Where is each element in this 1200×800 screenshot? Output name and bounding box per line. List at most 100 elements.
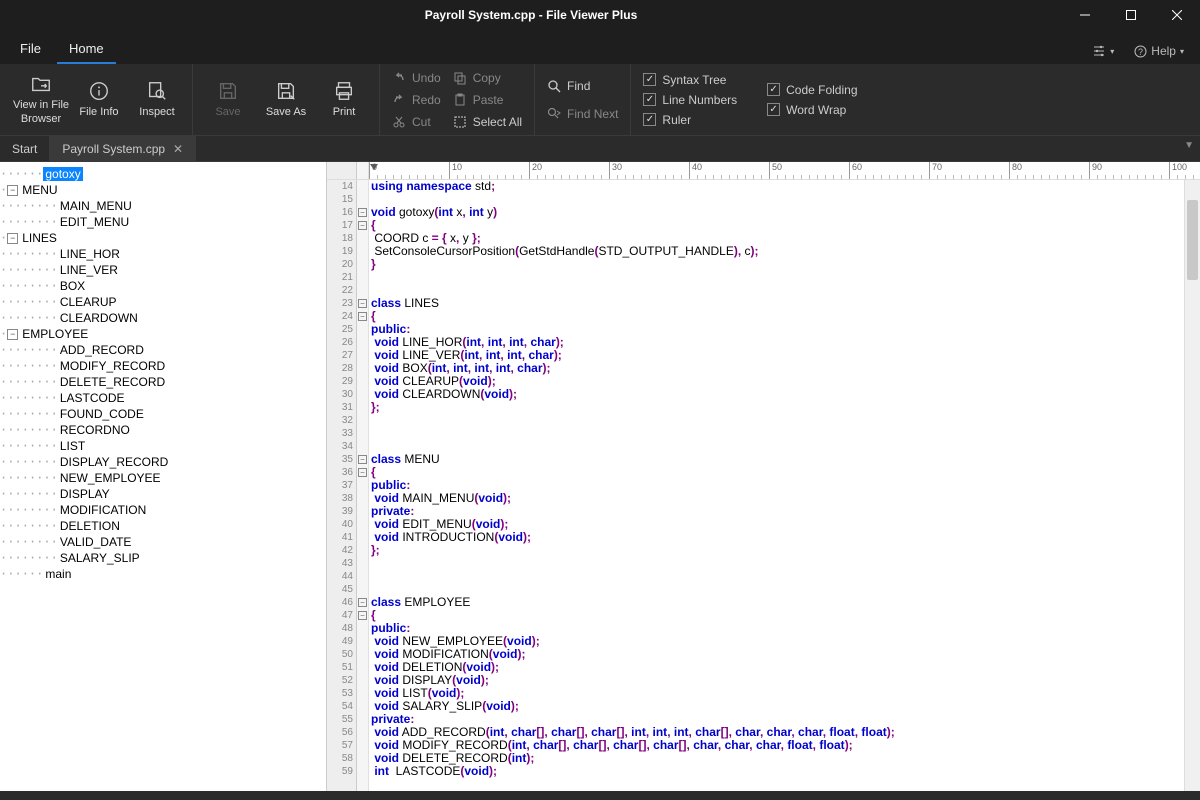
print-icon (333, 80, 355, 102)
tree-item[interactable]: ········DISPLAY_RECORD (0, 454, 326, 470)
view-in-browser-button[interactable]: View in File Browser (12, 73, 70, 125)
inspect-icon (146, 80, 168, 102)
tree-item[interactable]: ·−EMPLOYEE (0, 326, 326, 342)
tabstrip-chevron-icon[interactable]: ▼ (1184, 140, 1194, 151)
tree-item[interactable]: ········EDIT_MENU (0, 214, 326, 230)
tree-label: CLEARUP (58, 295, 119, 309)
tree-item[interactable]: ·−MENU (0, 182, 326, 198)
paste-button[interactable]: Paste (447, 90, 528, 110)
print-button[interactable]: Print (315, 80, 373, 119)
inspect-button[interactable]: Inspect (128, 80, 186, 119)
tree-item[interactable]: ········LINE_HOR (0, 246, 326, 262)
fold-toggle-icon[interactable]: − (358, 312, 367, 321)
tree-label: RECORDNO (58, 423, 132, 437)
fold-toggle-icon[interactable]: − (358, 598, 367, 607)
ribbon: View in File Browser File Info Inspect S… (0, 64, 1200, 136)
fold-toggle-icon[interactable]: − (358, 455, 367, 464)
maximize-button[interactable] (1108, 0, 1154, 30)
tree-expander-icon[interactable]: − (7, 329, 18, 340)
tree-item[interactable]: ········RECORDNO (0, 422, 326, 438)
menu-file[interactable]: File (8, 35, 53, 64)
select-all-button[interactable]: Select All (447, 112, 528, 132)
tab-active[interactable]: Payroll System.cpp✕ (50, 136, 196, 161)
tree-label: MODIFICATION (58, 503, 148, 517)
tree-item[interactable]: ········DELETE_RECORD (0, 374, 326, 390)
find-next-button[interactable]: Find Next (541, 104, 624, 124)
tree-item[interactable]: ········DISPLAY (0, 486, 326, 502)
tree-expander-icon[interactable]: − (7, 233, 18, 244)
save-as-button[interactable]: Save As (257, 80, 315, 119)
tree-expander-icon[interactable]: − (7, 185, 18, 196)
folder-arrow-icon (30, 73, 52, 95)
minimize-button[interactable] (1062, 0, 1108, 30)
fold-toggle-icon[interactable]: − (358, 208, 367, 217)
word-wrap-checkbox[interactable]: Word Wrap (761, 101, 863, 119)
code-content[interactable]: using namespace std;void gotoxy(int x, i… (369, 180, 1200, 791)
syntax-tree-checkbox[interactable]: Syntax Tree (637, 71, 743, 89)
tab-start[interactable]: Start (0, 136, 50, 161)
tree-label: DELETE_RECORD (58, 375, 167, 389)
tabstrip: Start Payroll System.cpp✕ ▼ (0, 136, 1200, 162)
titlebar: Payroll System.cpp - File Viewer Plus (0, 0, 1200, 30)
tree-item[interactable]: ········SALARY_SLIP (0, 550, 326, 566)
statusbar (0, 791, 1200, 800)
editor: 0102030405060708090100 14151617181920212… (327, 162, 1200, 791)
tree-item[interactable]: ······gotoxy (0, 166, 326, 182)
outline-tree[interactable]: ······gotoxy·−MENU········MAIN_MENU·····… (0, 162, 327, 791)
ruler-row: 0102030405060708090100 (327, 162, 1200, 180)
line-numbers-checkbox[interactable]: Line Numbers (637, 91, 743, 109)
fold-toggle-icon[interactable]: − (358, 611, 367, 620)
undo-button[interactable]: Undo (386, 68, 447, 88)
close-button[interactable] (1154, 0, 1200, 30)
main: ······gotoxy·−MENU········MAIN_MENU·····… (0, 162, 1200, 791)
print-label: Print (333, 106, 356, 119)
tree-label: LINE_HOR (58, 247, 122, 261)
find-button[interactable]: Find (541, 76, 624, 96)
tree-label: main (43, 567, 73, 581)
settings-icon[interactable]: ▾ (1084, 38, 1122, 64)
save-as-icon (275, 80, 297, 102)
tree-item[interactable]: ·−LINES (0, 230, 326, 246)
menu-home[interactable]: Home (57, 35, 116, 64)
file-info-label: File Info (79, 106, 118, 119)
redo-icon (392, 93, 406, 107)
scrollbar-thumb[interactable] (1187, 200, 1198, 280)
tree-item[interactable]: ········LIST (0, 438, 326, 454)
tree-label: VALID_DATE (58, 535, 134, 549)
fold-toggle-icon[interactable]: − (358, 468, 367, 477)
tree-label: ADD_RECORD (58, 343, 146, 357)
tree-item[interactable]: ········NEW_EMPLOYEE (0, 470, 326, 486)
tree-item[interactable]: ········LASTCODE (0, 390, 326, 406)
code-area[interactable]: 1415161718192021222324252627282930313233… (327, 180, 1200, 791)
redo-button[interactable]: Redo (386, 90, 447, 110)
tree-item[interactable]: ······main (0, 566, 326, 582)
tree-item[interactable]: ········DELETION (0, 518, 326, 534)
tree-item[interactable]: ········CLEARUP (0, 294, 326, 310)
paste-icon (453, 93, 467, 107)
help-menu[interactable]: ?Help▾ (1126, 38, 1192, 64)
tree-label: LIST (58, 439, 87, 453)
tree-label: CLEARDOWN (58, 311, 140, 325)
tree-item[interactable]: ········BOX (0, 278, 326, 294)
inspect-label: Inspect (139, 106, 174, 119)
tree-item[interactable]: ········LINE_VER (0, 262, 326, 278)
file-info-button[interactable]: File Info (70, 80, 128, 119)
tree-item[interactable]: ········VALID_DATE (0, 534, 326, 550)
tree-label: EDIT_MENU (58, 215, 131, 229)
tree-label: EMPLOYEE (20, 327, 90, 341)
tree-item[interactable]: ········MAIN_MENU (0, 198, 326, 214)
vertical-scrollbar[interactable] (1184, 180, 1200, 791)
fold-column: − − − − − − − − (357, 180, 369, 791)
tree-item[interactable]: ········CLEARDOWN (0, 310, 326, 326)
tree-item[interactable]: ········ADD_RECORD (0, 342, 326, 358)
tree-item[interactable]: ········MODIFICATION (0, 502, 326, 518)
fold-toggle-icon[interactable]: − (358, 299, 367, 308)
ruler-checkbox[interactable]: Ruler (637, 111, 743, 129)
copy-button[interactable]: Copy (447, 68, 528, 88)
code-folding-checkbox[interactable]: Code Folding (761, 81, 863, 99)
tab-close-icon[interactable]: ✕ (173, 142, 183, 156)
tree-item[interactable]: ········FOUND_CODE (0, 406, 326, 422)
tree-item[interactable]: ········MODIFY_RECORD (0, 358, 326, 374)
cut-button[interactable]: Cut (386, 112, 447, 132)
fold-toggle-icon[interactable]: − (358, 221, 367, 230)
